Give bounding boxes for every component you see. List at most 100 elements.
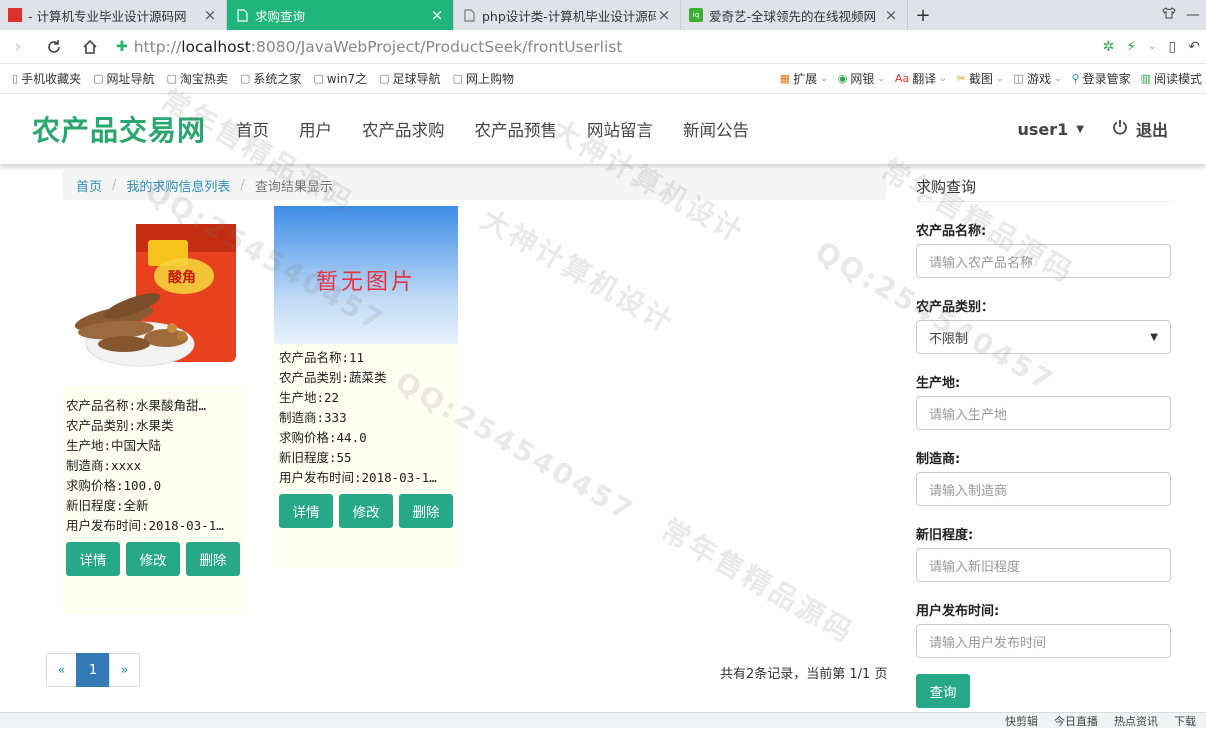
url-host: localhost [181,37,251,56]
origin-input[interactable]: 请输入生产地 [916,396,1171,430]
chevron-down-icon: ⌄ [1053,73,1062,84]
detail-button[interactable]: 详情 [66,542,120,576]
bank-icon: ◉ [837,72,848,85]
product-condition: 新旧程度:55 [279,450,352,465]
status-item[interactable]: 下载 [1174,713,1196,729]
pagination-next[interactable]: » [109,653,140,687]
close-tab-icon[interactable]: × [429,6,445,24]
breadcrumb-seek-list[interactable]: 我的求购信息列表 [126,176,230,195]
nav-product-presale[interactable]: 农产品预售 [475,117,558,141]
games-menu[interactable]: ◫ 游戏 ⌄ [1014,70,1062,87]
browser-tab-active[interactable]: 求购查询 × [227,0,454,30]
home-icon[interactable] [72,30,108,64]
lightning-icon[interactable]: ⚡ [1126,39,1136,55]
chevron-down-icon: ⌄ [995,73,1004,84]
close-tab-icon[interactable]: × [202,6,218,24]
maker-label: 制造商: [916,452,961,467]
detail-button[interactable]: 详情 [279,494,333,528]
nav-product-seek[interactable]: 农产品求购 [362,117,445,141]
edit-button[interactable]: 修改 [339,494,393,528]
page-icon: ▢ [452,72,463,85]
bookmark-item[interactable]: ▢ 系统之家 [240,70,301,87]
close-tab-icon[interactable]: × [883,6,899,24]
forward-icon[interactable]: › [0,30,36,64]
security-shield-icon: ✚ [116,38,128,55]
product-category-select[interactable]: 不限制 ▼ [916,320,1171,354]
maker-input[interactable]: 请输入制造商 [916,472,1171,506]
browser-tab[interactable]: - 计算机专业毕业设计源码网 × [0,0,227,30]
bookmark-item[interactable]: ▢ win7之 [313,70,367,87]
product-image[interactable]: 酸角 [62,206,244,386]
browser-tab[interactable]: iq 爱奇艺-全球领先的在线视频网 × [681,0,908,30]
search-button[interactable]: 查询 [916,674,970,708]
translate-menu[interactable]: Aa 翻译 ⌄ [895,70,947,87]
svg-text:酸角: 酸角 [168,269,196,286]
breadcrumb-home[interactable]: 首页 [76,176,102,195]
site-brand[interactable]: 农产品交易网 [32,109,206,149]
product-image-placeholder[interactable]: 暂无图片 [274,206,458,344]
nav-home[interactable]: 首页 [236,117,269,141]
bookmark-item[interactable]: ▢ 足球导航 [379,70,440,87]
page-icon [462,8,476,22]
reader-mode[interactable]: ▥ 阅读模式 [1141,70,1202,87]
chevron-down-icon: ⌄ [820,73,828,84]
nav-guestbook[interactable]: 网站留言 [587,117,653,141]
status-item[interactable]: 今日直播 [1054,713,1098,729]
product-info: 农产品名称:水果酸角甜… 农产品类别:水果类 生产地:中国大陆 制造商:xxxx… [62,396,244,536]
reload-icon[interactable] [36,30,72,64]
power-icon [1112,119,1128,140]
pagination-page[interactable]: 1 [76,653,110,687]
publish-time-input[interactable]: 请输入用户发布时间 [916,624,1171,658]
nav-news[interactable]: 新闻公告 [683,117,749,141]
url-field[interactable]: ✚ http://localhost:8080/JavaWebProject/P… [116,38,1103,56]
speed-dial-icon[interactable]: ✲ [1103,39,1115,55]
browser-tab[interactable]: php设计类-计算机毕业设计源码 × [454,0,681,30]
product-actions: 详情 修改 删除 [62,542,242,576]
browser-status-bar: 快剪辑 今日直播 热点资讯 下载 [0,712,1206,728]
browser-tab-title: php设计类-计算机毕业设计源码 [482,8,656,24]
origin-label: 生产地: [916,376,961,391]
product-published: 用户发布时间:2018-03-1… [66,518,224,533]
extensions-menu[interactable]: ▦ 扩展 ⌄ [780,70,828,87]
browser-tab-title: 爱奇艺-全球领先的在线视频网 [709,8,877,24]
bank-menu[interactable]: ◉ 网银 ⌄ [838,70,885,87]
undo-icon[interactable]: ↶ [1188,39,1200,55]
logout-label: 退出 [1135,121,1168,140]
nav-users[interactable]: 用户 [299,117,332,141]
status-item[interactable]: 热点资讯 [1114,713,1158,729]
breadcrumb-separator: / [240,177,245,193]
product-price: 求购价格:44.0 [279,430,367,445]
delete-button[interactable]: 删除 [399,494,453,528]
product-condition: 新旧程度:全新 [66,498,149,513]
phone-icon[interactable]: ▯ [1169,39,1177,55]
shirt-skin-icon[interactable] [1162,7,1176,23]
close-tab-icon[interactable]: × [656,6,672,24]
pagination-prev[interactable]: « [46,653,77,687]
edit-button[interactable]: 修改 [126,542,180,576]
condition-input[interactable]: 请输入新旧程度 [916,548,1171,582]
logout-button[interactable]: 退出 [1112,117,1168,141]
bookmark-item[interactable]: ▢ 淘宝热卖 [167,70,228,87]
bookmarks-bar: ▯ 手机收藏夹 ▢ 网址导航 ▢ 淘宝热卖 ▢ 系统之家 ▢ win7之 ▢ 足球导航 ▢ 网… [0,64,1206,94]
bookmark-item[interactable]: ▢ 网上购物 [453,70,514,87]
bookmark-item[interactable]: ▢ 网址导航 [93,70,154,87]
product-maker: 制造商:xxxx [66,458,142,473]
delete-button[interactable]: 删除 [186,542,240,576]
watermark: 大神计算机设计 [475,202,680,340]
minimize-icon[interactable]: — [1186,7,1200,23]
login-manager[interactable]: ⚲ 登录管家 [1072,70,1131,87]
bookmark-item[interactable]: ▯ 手机收藏夹 [12,70,81,87]
product-name-label: 农产品名称: [916,224,987,239]
screenshot-menu[interactable]: ✂ 截图 ⌄ [957,70,1004,87]
product-price: 求购价格:100.0 [66,478,162,493]
user-menu[interactable]: user1 ▼ [1017,120,1112,139]
browser-tab-title: 求购查询 [255,8,306,24]
chevron-down-icon[interactable]: ⌄ [1148,41,1156,52]
new-tab-icon[interactable]: + [908,0,938,30]
product-maker: 制造商:333 [279,410,347,425]
product-published: 用户发布时间:2018-03-1… [279,470,437,485]
product-name-input[interactable]: 请输入农产品名称 [916,244,1171,278]
status-item[interactable]: 快剪辑 [1005,713,1038,729]
product-name: 农产品名称:水果酸角甜… [66,398,207,413]
product-origin: 生产地:22 [279,390,340,405]
